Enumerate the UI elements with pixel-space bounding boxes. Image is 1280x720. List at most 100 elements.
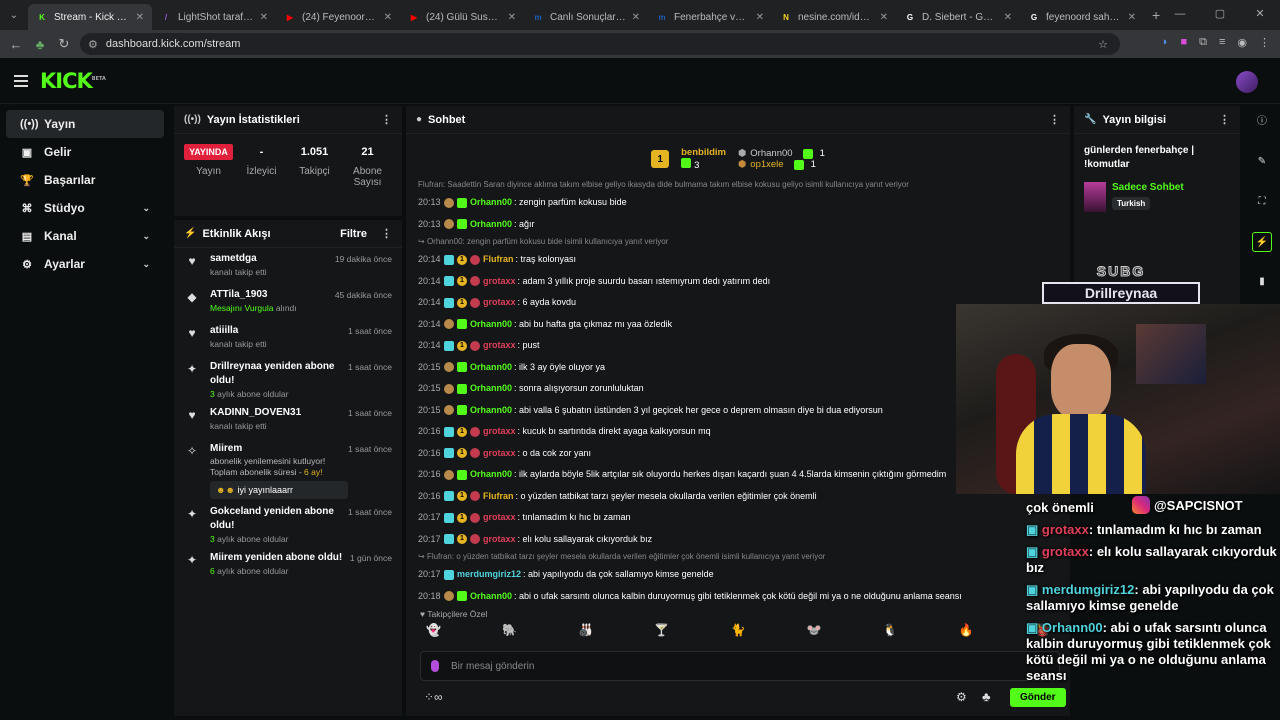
kick-logo[interactable]: KICKBETA — [40, 69, 106, 93]
chevron-down-icon[interactable]: ⌄ — [142, 231, 150, 242]
tab-close-icon[interactable]: ✕ — [632, 12, 640, 23]
activity-name[interactable]: ATTila_1903 — [210, 288, 335, 302]
browser-tab[interactable]: ▶ (24) Feyenoord - Fen ✕ — [276, 4, 400, 30]
lightning-icon[interactable]: ⚡ — [1252, 232, 1272, 252]
bookmark-star-icon[interactable]: ☆ — [1098, 38, 1108, 51]
reload-icon[interactable]: ↻ — [52, 36, 76, 52]
chat-username[interactable]: grotaxx — [483, 529, 516, 551]
emote-icon[interactable]: 🐭 — [807, 623, 822, 637]
back-icon[interactable]: ← — [4, 37, 28, 52]
chat-username[interactable]: Orhann00 — [470, 357, 512, 379]
browser-tab[interactable]: m Canlı Sonuçlar - İdda ✕ — [524, 4, 648, 30]
emote-icon[interactable]: 🐈 — [731, 623, 746, 637]
chat-username[interactable]: grotaxx — [483, 271, 516, 293]
top-gifter-name[interactable]: benbildim — [681, 147, 726, 158]
chat-username[interactable]: grotaxx — [483, 421, 516, 443]
chat-username[interactable]: grotaxx — [483, 335, 516, 357]
filter-button[interactable]: Filtre — [340, 228, 367, 240]
hamburger-menu-icon[interactable] — [14, 75, 28, 90]
browser-tab[interactable]: / LightShot tarafından ✕ — [152, 4, 276, 30]
browser-tab[interactable]: K Stream - Kick Dashbo ✕ — [28, 4, 152, 30]
more-options-icon[interactable]: ⋮ — [381, 113, 392, 126]
chat-username[interactable]: grotaxx — [483, 443, 516, 465]
gift-box-icon[interactable]: ♣ — [982, 689, 991, 704]
tab-close-icon[interactable]: ✕ — [1128, 12, 1136, 23]
emote-icon[interactable]: 🎳 — [578, 623, 593, 637]
activity-name[interactable]: atiiilla — [210, 324, 348, 338]
maximize-icon[interactable]: ▢ — [1200, 0, 1240, 28]
tab-close-icon[interactable]: ✕ — [260, 12, 268, 23]
browser-tab[interactable]: Gfeyenoord saha - Goo ✕ — [1020, 4, 1144, 30]
chat-username[interactable]: Flufran — [483, 486, 514, 508]
more-options-icon[interactable]: ⋮ — [1219, 113, 1230, 126]
category-name[interactable]: Sadece Sohbet — [1112, 182, 1184, 193]
tab-close-icon[interactable]: ✕ — [1004, 12, 1012, 23]
emote-icon[interactable]: 🔥 — [959, 623, 974, 637]
browser-tab[interactable]: Nnesine.com/iddaa?et ✕ — [772, 4, 896, 30]
emote-icon[interactable]: 🐘 — [502, 623, 517, 637]
tab-close-icon[interactable]: ✕ — [136, 12, 144, 23]
microphone-icon[interactable] — [431, 660, 439, 672]
activity-name[interactable]: Miirem yeniden abone oldu! — [210, 551, 350, 565]
browser-tab[interactable]: m Fenerbahçe vs Benfic ✕ — [648, 4, 772, 30]
emote-icon[interactable]: 🐧 — [883, 623, 898, 637]
new-tab-button[interactable]: + — [1152, 7, 1160, 23]
extension-icon[interactable]: ◗ — [1162, 36, 1169, 49]
panel-icon[interactable]: ▮ — [1252, 272, 1272, 292]
profile-icon[interactable]: ◉ — [1237, 36, 1247, 49]
activity-name[interactable]: Gokceland yeniden abone oldu! — [210, 505, 348, 533]
emote-icon[interactable]: 👻 — [426, 623, 441, 637]
tab-close-icon[interactable]: ✕ — [508, 12, 516, 23]
chat-settings-icon[interactable]: ⚙ — [956, 690, 967, 704]
site-settings-icon[interactable]: ⚙ — [88, 38, 98, 51]
gifter-name[interactable]: Orhann00 — [750, 148, 792, 159]
sidebar-item-channel[interactable]: ▤ Kanal ⌄ — [6, 222, 164, 250]
send-button[interactable]: Gönder — [1010, 688, 1066, 707]
media-icon[interactable]: ≡ — [1219, 36, 1225, 49]
forward-icon[interactable]: ♣ — [28, 37, 52, 52]
minimize-icon[interactable]: — — [1160, 0, 1200, 28]
chat-username[interactable]: merdumgiriz12 — [457, 564, 521, 586]
more-options-icon[interactable]: ⋮ — [381, 227, 392, 240]
chat-username[interactable]: Orhann00 — [470, 586, 512, 608]
extension-icon[interactable]: ■ — [1180, 36, 1187, 49]
sidebar-item-wallet[interactable]: ▣ Gelir — [6, 138, 164, 166]
activity-name[interactable]: Drillreynaa yeniden abone oldu! — [210, 360, 348, 388]
sidebar-item-broadcast[interactable]: ((•)) Yayın — [6, 110, 164, 138]
chat-username[interactable]: Orhann00 — [470, 378, 512, 400]
chevron-down-icon[interactable]: ⌄ — [142, 259, 150, 270]
chat-username[interactable]: Orhann00 — [470, 400, 512, 422]
chat-username[interactable]: grotaxx — [483, 292, 516, 314]
close-window-icon[interactable]: ✕ — [1240, 0, 1280, 28]
sidebar-item-gear[interactable]: ⚙ Ayarlar ⌄ — [6, 250, 164, 278]
sidebar-item-studio[interactable]: ⌘ Stüdyo ⌄ — [6, 194, 164, 222]
tab-close-icon[interactable]: ✕ — [756, 12, 764, 23]
tab-close-icon[interactable]: ✕ — [384, 12, 392, 23]
chevron-down-icon[interactable]: ⌄ — [142, 203, 150, 214]
activity-name[interactable]: Miirem — [210, 442, 348, 456]
chat-username[interactable]: Flufran — [483, 249, 514, 271]
activity-name[interactable]: sametdga — [210, 252, 335, 266]
activity-name[interactable]: KADINN_DOVEN31 — [210, 406, 348, 420]
browser-tab[interactable]: ▶ (24) Gülü Susuz Seni ✕ — [400, 4, 524, 30]
browser-tab[interactable]: G D. Siebert - Google'd ✕ — [896, 4, 1020, 30]
chat-username[interactable]: Orhann00 — [470, 214, 512, 236]
tab-close-icon[interactable]: ✕ — [880, 12, 888, 23]
menu-dots-icon[interactable]: ⋮ — [1259, 36, 1270, 49]
chat-username[interactable]: Orhann00 — [470, 314, 512, 336]
more-options-icon[interactable]: ⋮ — [1049, 113, 1060, 126]
info-icon[interactable]: ⓘ — [1252, 112, 1272, 132]
chat-username[interactable]: grotaxx — [483, 507, 516, 529]
chat-username[interactable]: Orhann00 — [470, 192, 512, 214]
emote-picker-icon[interactable]: ⁘∞ — [424, 690, 443, 704]
emote-icon[interactable]: 🍸 — [654, 623, 669, 637]
url-field[interactable]: ⚙ dashboard.kick.com/stream ☆ — [80, 33, 1120, 55]
chat-input[interactable]: Bir mesaj gönderin — [420, 651, 1060, 681]
tab-search-icon[interactable]: ⌄ — [0, 10, 28, 21]
user-avatar[interactable] — [1236, 71, 1258, 93]
expand-icon[interactable]: ⛶ — [1252, 192, 1272, 212]
chat-username[interactable]: Orhann00 — [470, 464, 512, 486]
gifter-name[interactable]: op1xele — [750, 159, 783, 170]
sidebar-item-trophy[interactable]: 🏆 Başarılar — [6, 166, 164, 194]
category-thumbnail[interactable] — [1084, 182, 1106, 212]
